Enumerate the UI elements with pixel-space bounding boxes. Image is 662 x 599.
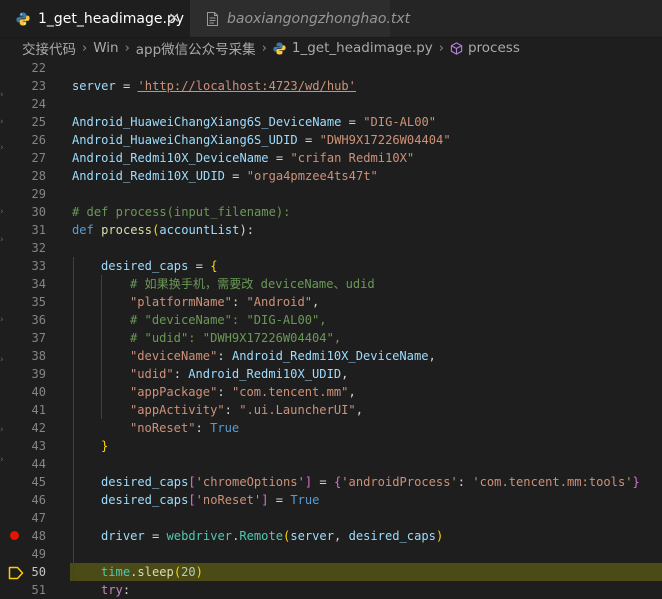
breadcrumb-symbol-label: process bbox=[467, 40, 520, 56]
code-line-43: } bbox=[101, 439, 109, 453]
breadcrumb-item-app-folder[interactable]: app微信公众号采集 bbox=[136, 38, 256, 58]
breadcrumb-separator: › bbox=[82, 40, 88, 56]
breadcrumb-item-win[interactable]: Win bbox=[93, 40, 118, 56]
tab-label: baoxiangongzhonghao.txt bbox=[227, 10, 411, 27]
code-line-51: try: bbox=[101, 583, 131, 597]
code-line-45: desired_caps['chromeOptions'] = {'androi… bbox=[101, 475, 640, 489]
code-line-46: desired_caps['noReset'] = True bbox=[101, 493, 320, 507]
breadcrumb-separator: › bbox=[261, 40, 267, 56]
breadcrumb-item-symbol[interactable]: process bbox=[450, 40, 520, 56]
code-editor[interactable]: server = 'http://localhost:4723/wd/hub' … bbox=[0, 59, 662, 597]
code-line-26: Android_HuaweiChangXiang6S_UDID = "DWH9X… bbox=[72, 133, 451, 147]
indent-guide bbox=[73, 257, 74, 581]
code-line-37: # "udid": "DWH9X17226W04404", bbox=[130, 331, 342, 345]
code-line-34: # 如果换手机，需要改 deviceName、udid bbox=[130, 277, 375, 291]
breadcrumb-separator: › bbox=[438, 40, 444, 56]
code-line-50: time.sleep(20) bbox=[101, 565, 203, 579]
breadcrumb-item-file[interactable]: 1_get_headimage.py bbox=[273, 40, 433, 56]
tab-bar: 1_get_headimage.py × baoxiangongzhonghao… bbox=[0, 0, 662, 38]
code-line-42: "noReset": True bbox=[130, 421, 240, 435]
code-line-35: "platformName": "Android", bbox=[130, 295, 320, 309]
code-line-36: # "deviceName": "DIG-AL00", bbox=[130, 313, 327, 327]
code-line-27: Android_Redmi10X_DeviceName = "crifan Re… bbox=[72, 151, 415, 165]
breadcrumb-item-folder[interactable]: 交接代码 bbox=[22, 38, 76, 58]
tab-label: 1_get_headimage.py bbox=[38, 10, 185, 27]
code-line-25: Android_HuaweiChangXiang6S_DeviceName = … bbox=[72, 115, 437, 129]
code-line-23: server = 'http://localhost:4723/wd/hub' bbox=[72, 79, 356, 93]
breadcrumb: 交接代码 › Win › app微信公众号采集 › 1_get_headimag… bbox=[0, 37, 662, 59]
code-line-33: desired_caps = { bbox=[101, 259, 218, 273]
python-icon bbox=[16, 12, 30, 26]
close-tab-icon[interactable]: × bbox=[168, 10, 180, 26]
indent-guide bbox=[101, 275, 102, 419]
code-line-40: "appPackage": "com.tencent.mm", bbox=[130, 385, 356, 399]
python-icon bbox=[273, 41, 286, 55]
code-line-31: def process(accountList): bbox=[72, 223, 255, 237]
code-line-30: # def process(input_filename): bbox=[72, 205, 291, 219]
text-file-icon bbox=[206, 11, 219, 26]
breadcrumb-separator: › bbox=[124, 40, 130, 56]
code-line-39: "udid": Android_Redmi10X_UDID, bbox=[130, 367, 349, 381]
tab-1-get-headimage[interactable]: 1_get_headimage.py × bbox=[0, 0, 190, 37]
code-line-41: "appActivity": ".ui.LauncherUI", bbox=[130, 403, 363, 417]
code-line-38: "deviceName": Android_Redmi10X_DeviceNam… bbox=[130, 349, 436, 363]
code-line-28: Android_Redmi10X_UDID = "orga4pmzee4ts47… bbox=[72, 169, 378, 183]
tab-baoxiangongzhonghao[interactable]: baoxiangongzhonghao.txt bbox=[190, 0, 410, 37]
method-cube-icon bbox=[450, 41, 463, 55]
breadcrumb-file-label: 1_get_headimage.py bbox=[291, 40, 433, 56]
code-line-48: driver = webdriver.Remote(server, desire… bbox=[101, 529, 444, 543]
